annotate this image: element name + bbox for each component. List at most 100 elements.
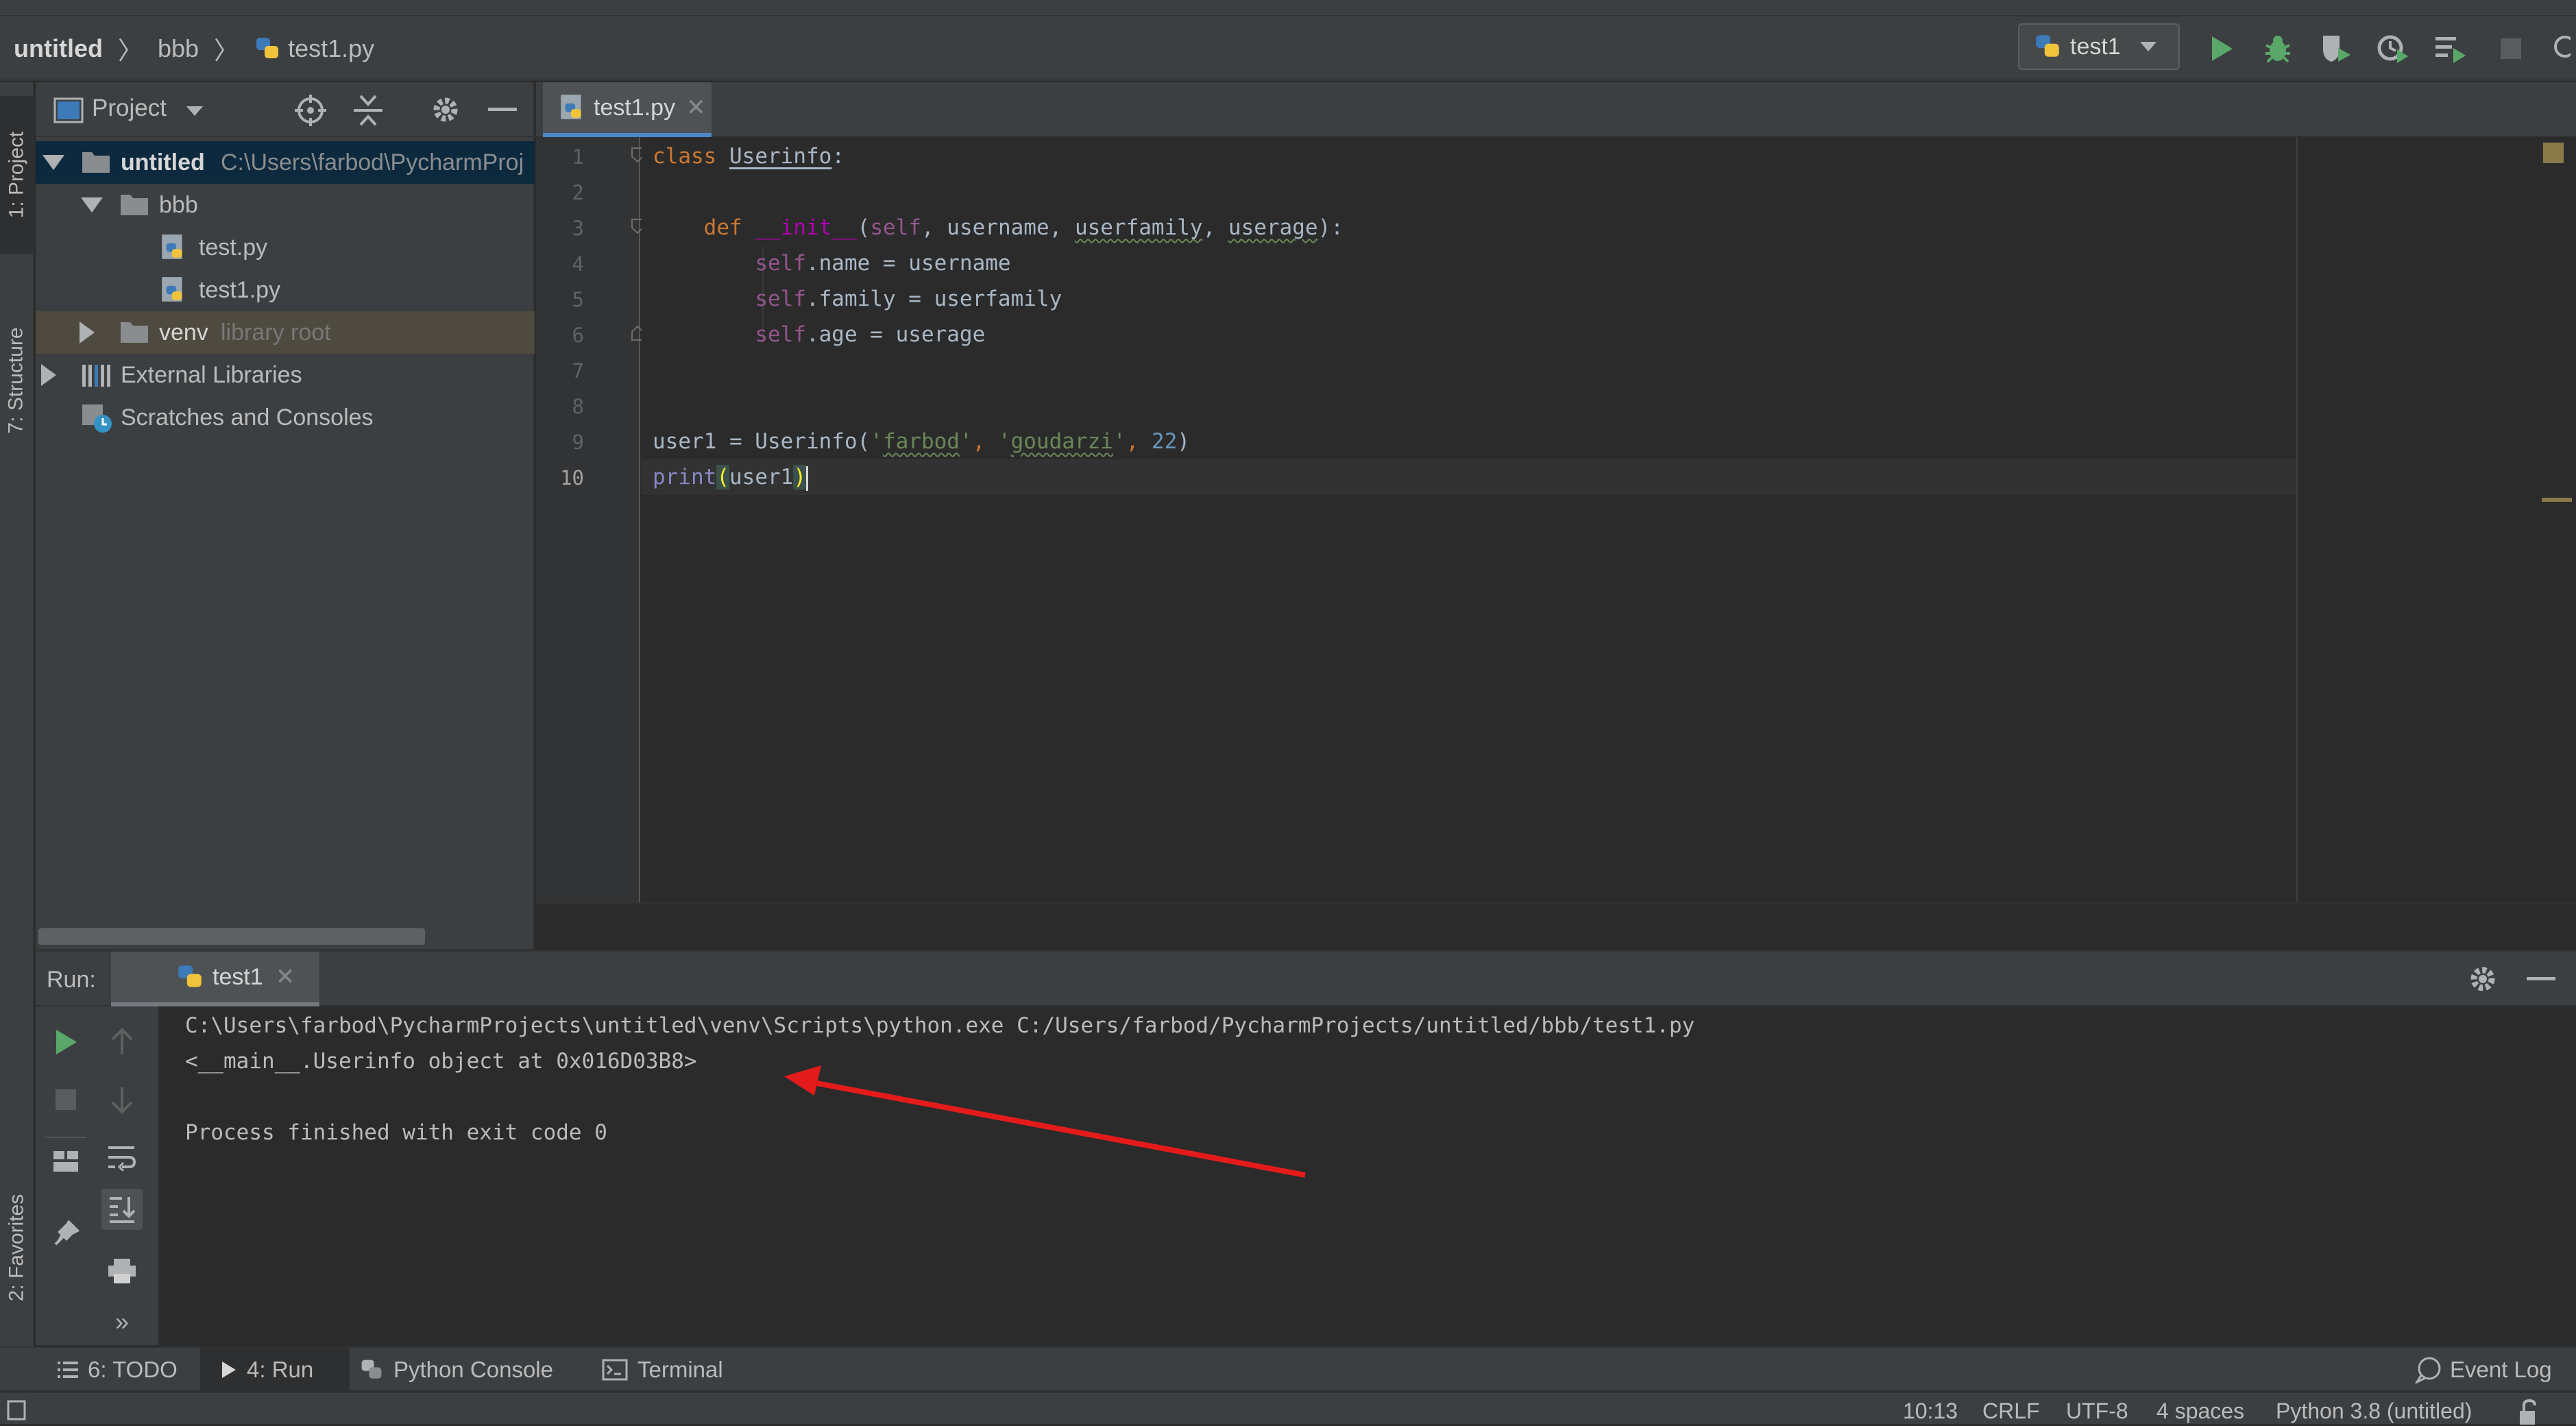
tree-item-label: test1.py (199, 276, 281, 303)
expand-arrow-icon[interactable] (80, 322, 95, 343)
code-line-10: print(user1) (653, 465, 808, 491)
tree-item-label: External Libraries (121, 361, 302, 388)
tool-tab-project[interactable]: 1: Project (0, 96, 33, 254)
tree-item-untitled[interactable]: untitled C:\Users\farbod\PycharmProj (36, 141, 535, 184)
token-code: user1 (729, 465, 794, 490)
more-actions-icon[interactable]: » (101, 1301, 143, 1342)
play-icon (221, 1360, 237, 1379)
editor-bottom-area (536, 902, 2576, 949)
tree-item-scratches[interactable]: Scratches and Consoles (36, 396, 535, 439)
console-line-result: <__main__.Userinfo object at 0x016D03B8> (185, 1049, 697, 1074)
run-tab-test1[interactable]: test1 ✕ (111, 952, 319, 1006)
soft-wrap-icon[interactable] (101, 1137, 143, 1178)
tree-item-test-py[interactable]: test.py (36, 226, 535, 269)
run-console-output[interactable]: C:\Users\farbod\PycharmProjects\untitled… (160, 1006, 2576, 1345)
folder-icon (81, 149, 111, 174)
token-keyword: class (653, 144, 717, 169)
file-encoding[interactable]: UTF-8 (2066, 1399, 2128, 1424)
project-tool-window: Project untitled C:\Users\farbod\Pycharm… (36, 82, 535, 950)
token-number: 22 (1151, 429, 1178, 454)
locate-file-icon[interactable] (293, 93, 328, 128)
tool-tab-label: Terminal (637, 1357, 723, 1382)
indent-setting[interactable]: 4 spaces (2156, 1399, 2244, 1424)
inspection-status-icon[interactable] (2543, 143, 2564, 163)
tool-tab-favorites[interactable]: 2: Favorites (0, 1152, 33, 1344)
line-separator[interactable]: CRLF (1982, 1399, 2040, 1424)
close-icon[interactable]: ✕ (686, 94, 706, 121)
arrow-up-icon[interactable] (101, 1022, 143, 1063)
speech-bubble-icon (2414, 1356, 2442, 1383)
breadcrumb-folder[interactable]: bbb (158, 34, 199, 63)
rerun-button[interactable] (45, 1022, 86, 1063)
folder-icon (119, 192, 149, 217)
run-panel-header: Run: test1 ✕ (36, 950, 2576, 1006)
window-title-strip (0, 0, 2576, 16)
tool-tab-run[interactable]: 4: Run (200, 1348, 350, 1392)
hide-panel-icon[interactable] (487, 107, 518, 112)
token-punct: , (972, 429, 998, 454)
lock-icon[interactable] (2517, 1399, 2542, 1426)
arrow-down-icon[interactable] (101, 1079, 143, 1120)
tool-tab-python-console[interactable]: Python Console (359, 1348, 553, 1392)
run-configuration-selector[interactable]: test1 (2018, 23, 2180, 70)
gear-icon[interactable] (429, 93, 462, 126)
run-button[interactable] (2203, 30, 2240, 67)
editor-tab-test1-py[interactable]: test1.py ✕ (543, 82, 712, 137)
scroll-to-end-icon[interactable] (101, 1189, 143, 1230)
python-icon (2033, 32, 2062, 61)
token-punct: , (1126, 429, 1152, 454)
annotation-arrow (784, 1065, 1306, 1178)
tree-item-bbb[interactable]: bbb (36, 184, 535, 226)
hide-panel-icon[interactable] (2525, 976, 2557, 982)
token-string: ' (1113, 429, 1126, 454)
stop-button[interactable] (2492, 30, 2529, 67)
token-punct: ( (857, 215, 871, 240)
token-self: self (870, 215, 921, 240)
scrollbar-marker[interactable] (2542, 498, 2572, 502)
python-interpreter[interactable]: Python 3.8 (untitled) (2276, 1399, 2472, 1424)
close-icon[interactable]: ✕ (276, 963, 295, 991)
expand-arrow-icon[interactable] (81, 197, 103, 213)
breadcrumb-file[interactable]: test1.py (288, 34, 374, 63)
tree-item-label: venv (159, 319, 208, 346)
coverage-button[interactable] (2317, 30, 2354, 67)
breadcrumb-project[interactable]: untitled (14, 34, 103, 63)
tool-tab-favorites-label: 2: Favorites (5, 1194, 28, 1302)
expand-arrow-icon[interactable] (41, 364, 56, 386)
project-hscrollbar[interactable] (38, 928, 425, 945)
debug-button[interactable] (2259, 30, 2296, 67)
pin-icon[interactable] (45, 1212, 86, 1253)
tree-item-external-libraries[interactable]: External Libraries (36, 354, 535, 396)
tree-item-venv[interactable]: venv library root (36, 311, 535, 354)
code-line-1: class Userinfo: (653, 144, 845, 169)
console-line-exit: Process finished with exit code 0 (185, 1120, 607, 1145)
python-file-icon (558, 93, 587, 122)
stop-button[interactable] (45, 1079, 86, 1120)
layout-icon[interactable] (45, 1141, 86, 1182)
collapse-all-icon[interactable] (352, 93, 384, 128)
code-editor[interactable]: class Userinfo: def __init__(self, usern… (642, 137, 2576, 902)
library-icon (81, 362, 112, 388)
gear-icon[interactable] (2466, 963, 2499, 995)
profile-button[interactable] (2374, 30, 2411, 67)
list-icon (56, 1360, 80, 1379)
folder-icon (119, 319, 149, 344)
project-view-selector[interactable]: Project (92, 95, 167, 122)
expand-arrow-icon[interactable] (42, 155, 64, 170)
python-icon (175, 963, 204, 991)
run-concurrency-button[interactable] (2432, 30, 2469, 67)
navigation-bar: untitled 〉 bbb 〉 test1.py test1 (0, 16, 2576, 81)
tool-tab-event-log[interactable]: Event Log (2414, 1348, 2552, 1392)
tree-item-path: C:\Users\farbod\PycharmProj (221, 149, 524, 176)
line-number: 3 (572, 217, 584, 240)
tool-tab-structure[interactable]: 7: Structure (0, 267, 33, 494)
print-icon[interactable] (101, 1250, 143, 1292)
tool-tab-todo[interactable]: 6: TODO (56, 1348, 178, 1392)
tool-window-toggle-icon[interactable] (7, 1400, 26, 1421)
search-icon[interactable] (2544, 30, 2576, 67)
tool-tab-terminal[interactable]: Terminal (602, 1348, 723, 1392)
tree-item-test1-py[interactable]: test1.py (36, 269, 535, 311)
chevron-down-icon[interactable] (185, 104, 204, 118)
caret-position[interactable]: 10:13 (1903, 1399, 1958, 1424)
line-number: 7 (572, 359, 584, 383)
